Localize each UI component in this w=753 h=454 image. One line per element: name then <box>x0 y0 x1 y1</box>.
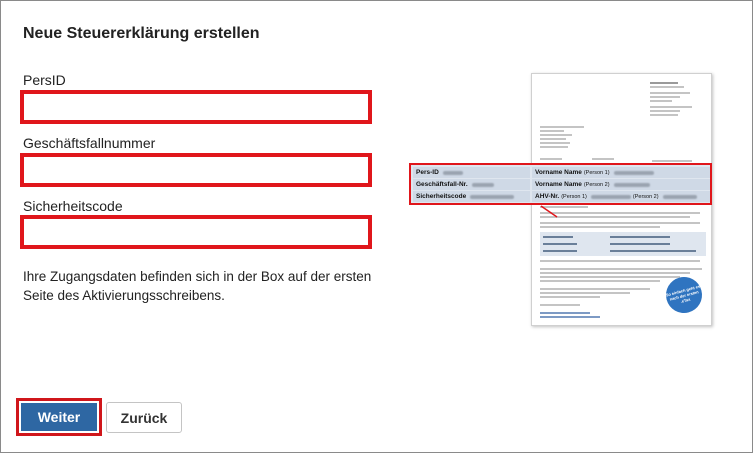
weiter-button[interactable]: Weiter <box>16 398 102 436</box>
geschaeftsfallnummer-input[interactable] <box>20 153 372 187</box>
weiter-button-label: Weiter <box>21 403 97 431</box>
zurueck-button[interactable]: Zurück <box>106 402 182 433</box>
zoomed-access-box: Pers-ID Vorname Name (Person 1) Geschäft… <box>409 163 712 205</box>
sicherheitscode-input[interactable] <box>20 215 372 249</box>
zoom-row-sicherheitscode: Sicherheitscode AHV-Nr. (Person 1) (Pers… <box>413 191 710 202</box>
zoom-row-geschaeftsfall: Geschäftsfall-Nr. Vorname Name (Person 2… <box>413 179 710 190</box>
sicherheitscode-label: Sicherheitscode <box>23 198 123 214</box>
access-data-hint: Ihre Zugangsdaten befinden sich in der B… <box>23 269 372 303</box>
geschaeftsfallnummer-label: Geschäftsfallnummer <box>23 135 156 151</box>
etax-seal-badge: So einfach geht es nach der ersten .eTax <box>661 272 707 318</box>
zoom-row-persid: Pers-ID Vorname Name (Person 1) <box>413 167 710 178</box>
letter-access-table <box>540 232 706 256</box>
persid-label: PersID <box>23 72 66 88</box>
dialog: Neue Steuererklärung erstellen PersID Ge… <box>0 0 753 453</box>
dialog-title: Neue Steuererklärung erstellen <box>23 25 260 42</box>
persid-input[interactable] <box>20 90 372 124</box>
